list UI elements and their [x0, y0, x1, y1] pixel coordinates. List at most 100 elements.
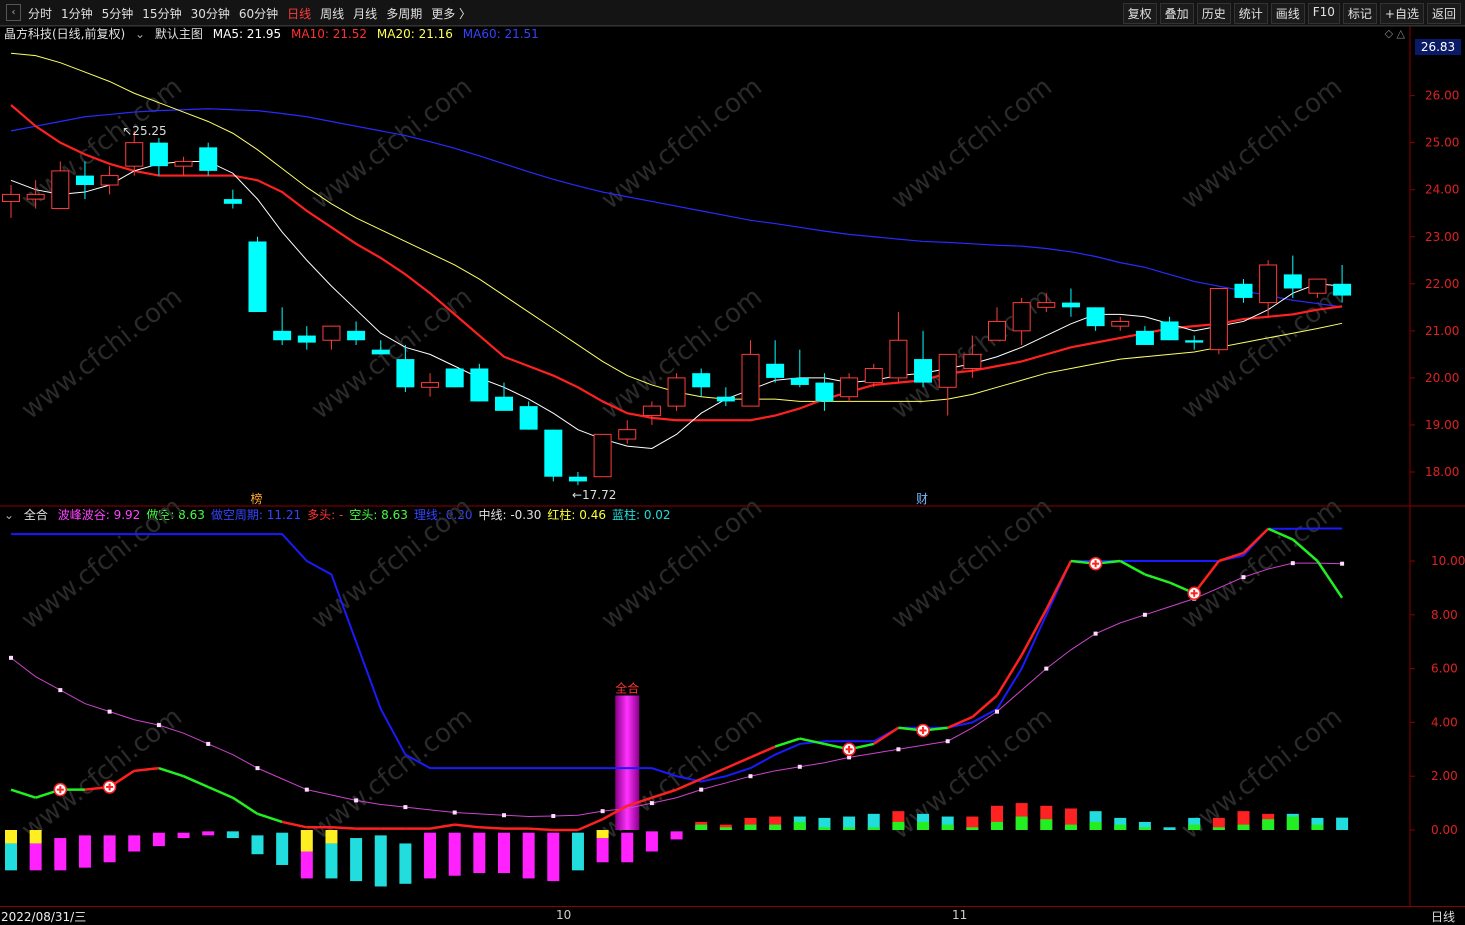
indicator-bar-green [1262, 819, 1275, 830]
month-label: 11 [952, 908, 968, 922]
indicator-bar-green [769, 824, 782, 830]
candle-body-down [1234, 283, 1253, 298]
candle-body-down [248, 241, 267, 313]
indicator-bar-green [744, 824, 757, 830]
magenta-dot [995, 709, 999, 714]
magenta-dot [452, 810, 457, 815]
indicator-bar [152, 832, 165, 847]
long-short-line [232, 796, 259, 815]
indicator-bar [276, 832, 289, 865]
magenta-dot [699, 787, 704, 792]
indicator-bar [103, 835, 116, 863]
magenta-dot [748, 774, 753, 779]
candle-body-down [347, 330, 366, 341]
indicator-bar [5, 843, 17, 871]
indicator-bar-green [991, 821, 1003, 830]
indicator-bar-yellow [29, 830, 42, 844]
long-short-line [183, 775, 209, 789]
kline-chart[interactable]: 26.00 25.00 24.00 23.00 22.00 21.00 20.00 19.00… [0, 0, 1465, 923]
indicator-bar [547, 832, 560, 882]
candle-body-up [1308, 278, 1327, 294]
indicator-bar [596, 838, 609, 863]
candle-body-up [864, 367, 883, 384]
ind-tick-label: 4.00 [1431, 715, 1458, 729]
event-mark: 财 [916, 492, 928, 506]
magenta-dot [1290, 561, 1295, 566]
candle-body-down [1061, 302, 1080, 308]
indicator-bar-green [1286, 816, 1299, 830]
candle-body-up [26, 193, 45, 200]
candle-body-down [445, 368, 464, 388]
price-tick-label: 18.00 [1425, 465, 1459, 479]
indicator-bar [448, 832, 461, 876]
magenta-dot [58, 688, 63, 693]
magenta-dot [1340, 561, 1345, 566]
magenta-dot [1093, 631, 1098, 636]
indicator-bar-green [1237, 824, 1250, 830]
long-short-line [479, 826, 505, 830]
indicator-bar [645, 831, 658, 852]
indicator-bar-green [1188, 824, 1201, 830]
indicator-bar [571, 832, 584, 871]
long-short-line [528, 827, 554, 832]
candle-body-down [1333, 283, 1352, 296]
candle-body-down [568, 476, 587, 482]
indicator-bar-green [695, 824, 708, 830]
magenta-dot [403, 805, 408, 810]
price-tick-label: 24.00 [1425, 183, 1459, 197]
candle-body-down [1135, 330, 1154, 345]
watermark: www.cfchi.com [1176, 72, 1348, 216]
candle-body-up [642, 405, 661, 417]
indicator-bar-green [818, 827, 831, 830]
quanhe-label: 全合 [615, 681, 639, 696]
period-label: 日线 [1430, 910, 1455, 924]
ind-tick-label: 6.00 [1431, 662, 1458, 676]
candle-body-down [470, 368, 489, 402]
watermark: www.cfchi.com [306, 492, 478, 636]
candle-body-up [1037, 302, 1056, 308]
long-short-line [725, 756, 752, 770]
candle-body-up [667, 377, 686, 407]
long-short-line [10, 788, 37, 799]
long-short-line [454, 823, 480, 829]
magenta-dot [600, 809, 605, 814]
magenta-dot [502, 813, 506, 818]
candle-body-up [2, 193, 20, 202]
indicator-bar-green [793, 821, 806, 830]
long-short-line [257, 812, 283, 824]
magenta-dot [107, 709, 112, 714]
indicator-bar-green [1212, 827, 1225, 830]
event-mark: 榜 [251, 491, 263, 506]
date-readout: 2022/08/31/三 [1, 910, 87, 924]
indicator-bar-green [1114, 824, 1127, 830]
magenta-dot [797, 764, 802, 769]
candle-body-down [1185, 340, 1204, 343]
month-label: 10 [556, 908, 572, 922]
price-tick-label: 21.00 [1425, 324, 1459, 338]
candle-body-down [149, 142, 168, 167]
watermark: www.cfchi.com [886, 492, 1058, 636]
long-short-line [1045, 560, 1073, 610]
price-tick-label: 23.00 [1425, 230, 1459, 244]
candle-body-up [938, 353, 957, 388]
indicator-bar [424, 832, 437, 879]
magenta-dot [304, 787, 309, 792]
candle-body-up [51, 170, 70, 210]
candle-body-down [914, 359, 933, 383]
candle-body-up [125, 142, 144, 167]
magenta-dot [9, 655, 13, 660]
long-short-line [134, 766, 160, 773]
candle-body-up [741, 353, 760, 407]
candle-body-down [692, 373, 711, 388]
indicator-bar-green [966, 827, 979, 830]
magenta-dot [1044, 666, 1049, 671]
indicator-bar [29, 843, 42, 871]
indicator-bar [1336, 817, 1349, 830]
indicator-bar [498, 832, 510, 874]
candle-body-down [815, 382, 834, 402]
magenta-dot [1142, 612, 1147, 617]
price-tick-label: 25.00 [1425, 136, 1459, 150]
ind-tick-label: 8.00 [1431, 608, 1458, 622]
indicator-bar [300, 851, 313, 879]
indicator-bar-green [1089, 821, 1102, 830]
